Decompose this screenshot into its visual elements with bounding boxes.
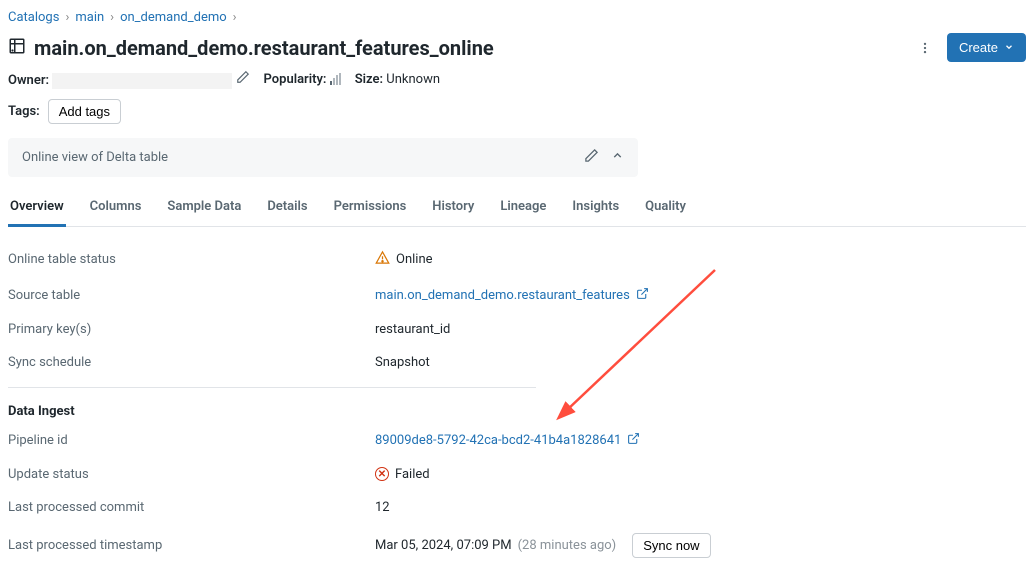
- breadcrumb-catalogs[interactable]: Catalogs: [8, 10, 59, 25]
- tab-insights[interactable]: Insights: [570, 191, 621, 226]
- online-table-icon: [8, 37, 26, 59]
- tab-details[interactable]: Details: [265, 191, 309, 226]
- tabs: Overview Columns Sample Data Details Per…: [8, 191, 1026, 227]
- add-tags-button[interactable]: Add tags: [48, 99, 121, 124]
- tab-sample-data[interactable]: Sample Data: [165, 191, 243, 226]
- sync-now-button[interactable]: Sync now: [632, 533, 710, 558]
- sync-schedule-value: Snapshot: [375, 355, 430, 370]
- chevron-right-icon: ›: [110, 10, 114, 25]
- owner-value: [52, 73, 232, 89]
- create-button[interactable]: Create: [947, 33, 1026, 62]
- tab-lineage[interactable]: Lineage: [498, 191, 548, 226]
- source-table-label: Source table: [8, 288, 375, 303]
- breadcrumb-main[interactable]: main: [75, 10, 104, 25]
- tab-overview[interactable]: Overview: [8, 191, 66, 227]
- collapse-button[interactable]: [611, 149, 624, 166]
- description-box: Online view of Delta table: [8, 138, 638, 177]
- more-menu-button[interactable]: [913, 36, 937, 60]
- tab-columns[interactable]: Columns: [88, 191, 144, 226]
- last-timestamp-relative: (28 minutes ago): [518, 538, 617, 553]
- popularity-label: Popularity:: [264, 72, 327, 87]
- edit-owner-button[interactable]: [236, 73, 250, 88]
- meta-row: Owner: Popularity: Size: Unknown: [8, 70, 1026, 89]
- chevron-down-icon: [1004, 40, 1014, 55]
- title-row: main.on_demand_demo.restaurant_features_…: [8, 33, 1026, 62]
- chevron-right-icon: ›: [233, 10, 237, 25]
- external-link-icon[interactable]: [627, 432, 640, 449]
- online-status-label: Online table status: [8, 252, 375, 267]
- tab-history[interactable]: History: [430, 191, 476, 226]
- tags-row: Tags: Add tags: [8, 99, 1026, 124]
- edit-description-button[interactable]: [584, 148, 599, 167]
- pipeline-id-label: Pipeline id: [8, 433, 375, 448]
- error-icon: ✕: [375, 467, 389, 481]
- primary-key-label: Primary key(s): [8, 322, 375, 337]
- chevron-right-icon: ›: [65, 10, 69, 25]
- warning-icon: [375, 250, 390, 269]
- owner-label: Owner:: [8, 73, 49, 88]
- pipeline-id-link[interactable]: 89009de8-5792-42ca-bcd2-41b4a1828641: [375, 433, 621, 448]
- update-status-label: Update status: [8, 467, 375, 482]
- tab-quality[interactable]: Quality: [643, 191, 688, 226]
- primary-key-value: restaurant_id: [375, 322, 450, 337]
- page-title: main.on_demand_demo.restaurant_features_…: [34, 36, 494, 60]
- external-link-icon[interactable]: [636, 287, 649, 304]
- create-button-label: Create: [959, 40, 998, 55]
- tags-label: Tags:: [8, 104, 40, 119]
- popularity-icon: [330, 73, 341, 85]
- overview-section: Online table status Online Source table …: [8, 227, 1026, 567]
- online-status-value: Online: [396, 252, 433, 267]
- last-timestamp-value: Mar 05, 2024, 07:09 PM: [375, 538, 512, 553]
- last-commit-label: Last processed commit: [8, 500, 375, 515]
- size-value: Unknown: [386, 72, 440, 87]
- update-status-value: Failed: [395, 467, 430, 482]
- last-commit-value: 12: [375, 500, 390, 515]
- breadcrumb: Catalogs › main › on_demand_demo ›: [8, 8, 1026, 31]
- divider: [8, 387, 536, 388]
- tab-permissions[interactable]: Permissions: [332, 191, 409, 226]
- size-label: Size:: [355, 72, 383, 87]
- data-ingest-heading: Data Ingest: [8, 394, 1026, 423]
- sync-schedule-label: Sync schedule: [8, 355, 375, 370]
- last-timestamp-label: Last processed timestamp: [8, 538, 375, 553]
- source-table-link[interactable]: main.on_demand_demo.restaurant_features: [375, 288, 630, 303]
- description-text: Online view of Delta table: [22, 150, 168, 165]
- breadcrumb-on-demand-demo[interactable]: on_demand_demo: [120, 10, 227, 25]
